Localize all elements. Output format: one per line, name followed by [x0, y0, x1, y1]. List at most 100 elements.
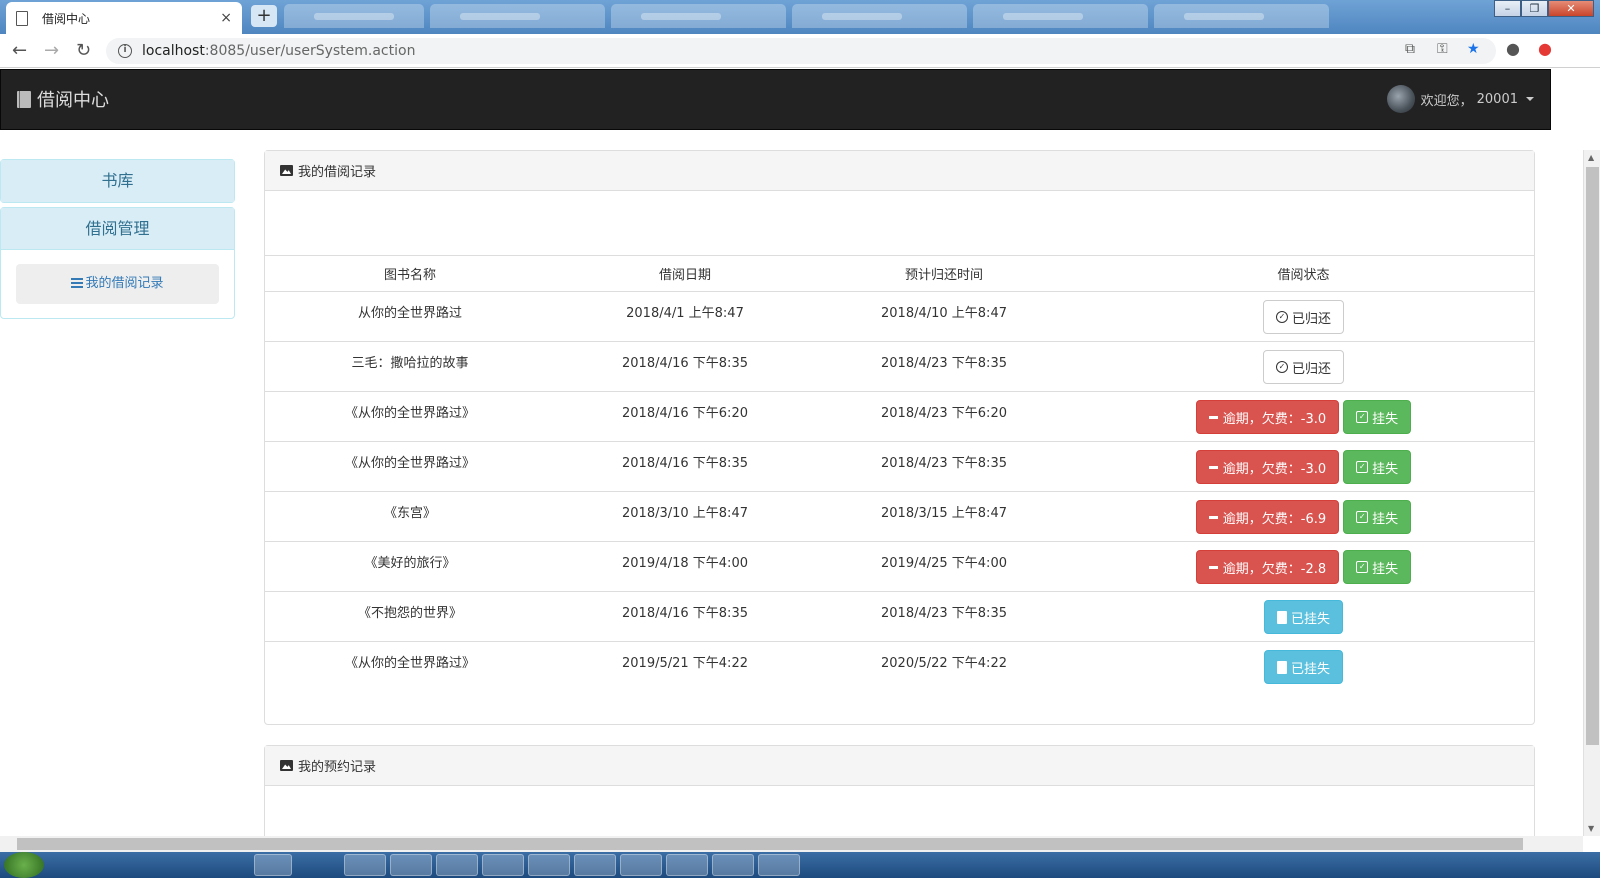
new-tab-button[interactable]: +	[251, 5, 277, 27]
info-icon[interactable]: i	[118, 44, 132, 58]
overdue-fine-button[interactable]: 逾期，欠费：-3.0	[1195, 400, 1340, 434]
status-cell: 逾期，欠费：-3.0 ✓ 挂失	[1073, 391, 1534, 442]
tab-title: 借阅中心	[42, 11, 91, 26]
action-label: 挂失	[1372, 561, 1399, 577]
minimize-icon[interactable]: –	[1494, 0, 1521, 17]
due-date-cell: 2018/4/23 下午8:35	[815, 441, 1073, 492]
sidebar-borrow-panel: 借阅管理 我的借阅记录	[0, 207, 235, 319]
account-icon[interactable]: ●	[1506, 39, 1520, 58]
table-row: 《从你的全世界路过》 2018/4/16 下午6:20 2018/4/23 下午6:…	[265, 391, 1534, 442]
back-arrow-icon[interactable]: ←	[12, 40, 27, 61]
borrow-date-cell: 2018/4/16 下午8:35	[555, 441, 815, 492]
os-taskbar	[0, 852, 1600, 878]
key-icon[interactable]: ⚿	[1437, 41, 1448, 57]
due-date-cell: 2018/4/23 下午8:35	[815, 591, 1073, 642]
taskbar-item[interactable]	[574, 854, 616, 876]
sidebar-item-label: 我的借阅记录	[85, 276, 164, 291]
taskbar-item[interactable]	[436, 854, 478, 876]
window-close-icon[interactable]: ✕	[1548, 0, 1594, 17]
scrollbar-thumb[interactable]	[17, 838, 1523, 850]
taskbar-item[interactable]	[758, 854, 800, 876]
overdue-fine-button[interactable]: 逾期，欠费：-2.8	[1195, 550, 1340, 584]
book-title-cell: 三毛：撒哈拉的故事	[265, 341, 555, 392]
book-icon	[1276, 660, 1287, 674]
taskbar-item[interactable]	[528, 854, 570, 876]
sidebar-item-borrow-management[interactable]: 借阅管理	[1, 208, 234, 250]
brand-title: 借阅中心	[37, 90, 109, 111]
taskbar-item[interactable]	[620, 854, 662, 876]
panel-heading: 我的借阅记录	[265, 151, 1534, 191]
url-host: localhost	[142, 43, 205, 59]
borrow-table: 图书名称 借阅日期 预计归还时间 借阅状态 从你的全世界路过 2018/4/1 上…	[265, 255, 1534, 692]
book-title-cell: 《不抱怨的世界》	[265, 591, 555, 642]
check-square-icon: ✓	[1356, 411, 1369, 423]
taskbar-item[interactable]	[482, 854, 524, 876]
column-header-status: 借阅状态	[1073, 255, 1534, 292]
sidebar-item-my-records[interactable]: 我的借阅记录	[16, 264, 219, 304]
table-row: 《东宫》 2018/3/10 上午8:47 2018/3/15 上午8:47 逾期，欠…	[265, 491, 1534, 542]
due-date-cell: 2019/4/25 下午4:00	[815, 541, 1073, 592]
borrow-records-panel: 我的借阅记录 图书名称 借阅日期 预计归还时间 借阅状态 从你的全世界路过 201…	[264, 150, 1535, 725]
borrow-date-cell: 2018/4/16 下午6:20	[555, 391, 815, 442]
taskbar-item[interactable]	[344, 854, 386, 876]
restore-icon[interactable]: ❐	[1521, 0, 1548, 17]
reload-icon[interactable]: ↻	[76, 40, 91, 61]
minus-icon	[1208, 415, 1218, 419]
status-cell: ✓ 已归还	[1073, 341, 1534, 392]
sidebar-library-panel: 书库	[0, 159, 235, 203]
status-cell: 已挂失	[1073, 591, 1534, 642]
browser-tab[interactable]	[1154, 4, 1329, 28]
brand[interactable]: 借阅中心	[17, 86, 109, 112]
borrow-date-cell: 2018/4/16 下午8:35	[555, 341, 815, 392]
update-icon[interactable]: ●	[1538, 39, 1552, 58]
scrollbar-thumb[interactable]	[1586, 167, 1599, 745]
user-menu[interactable]: 欢迎您， 20001	[1386, 85, 1534, 113]
action-label: 挂失	[1372, 511, 1399, 527]
sidebar-item-library[interactable]: 书库	[1, 160, 234, 202]
check-circle-icon: ✓	[1275, 311, 1288, 323]
browser-tab[interactable]	[973, 4, 1148, 28]
horizontal-scrollbar[interactable]	[0, 836, 1583, 852]
translate-icon[interactable]: ⧉	[1405, 41, 1415, 57]
overdue-fine-button[interactable]: 逾期，欠费：-6.9	[1195, 500, 1340, 534]
forward-arrow-icon[interactable]: →	[44, 40, 59, 61]
lost-status-button[interactable]: 已挂失	[1263, 600, 1343, 634]
status-cell: 已挂失	[1073, 642, 1534, 692]
column-header-due-date: 预计归还时间	[815, 255, 1073, 292]
scroll-up-icon[interactable]: ▲	[1588, 153, 1594, 162]
borrow-date-cell: 2019/5/21 下午4:22	[622, 656, 748, 671]
taskbar-item[interactable]	[666, 854, 708, 876]
taskbar-item[interactable]	[254, 854, 292, 876]
table-header-row: 图书名称 借阅日期 预计归还时间 借阅状态	[265, 255, 1534, 292]
report-lost-button[interactable]: ✓ 挂失	[1343, 400, 1412, 434]
taskbar-item[interactable]	[712, 854, 754, 876]
browser-tab[interactable]	[430, 4, 605, 28]
taskbar-item[interactable]	[390, 854, 432, 876]
status-label: 逾期，欠费：-2.8	[1222, 561, 1327, 577]
column-header-book: 图书名称	[265, 255, 555, 292]
status-label: 已归还	[1291, 361, 1331, 377]
overdue-fine-button[interactable]: 逾期，欠费：-3.0	[1195, 450, 1340, 484]
book-title-cell: 《从你的全世界路过》	[265, 441, 555, 492]
report-lost-button[interactable]: ✓ 挂失	[1343, 500, 1412, 534]
status-label: 逾期，欠费：-3.0	[1222, 461, 1327, 477]
book-icon	[1276, 610, 1287, 624]
url-input[interactable]: i localhost:8085/user/userSystem.action	[106, 38, 1496, 64]
vertical-scrollbar[interactable]: ▲ ▼	[1583, 150, 1600, 836]
start-button[interactable]	[4, 852, 44, 878]
report-lost-button[interactable]: ✓ 挂失	[1343, 450, 1412, 484]
status-label: 逾期，欠费：-6.9	[1222, 511, 1327, 527]
table-row: 从你的全世界路过 2018/4/1 上午8:47 2018/4/10 上午8:47 ✓…	[265, 291, 1534, 342]
lost-status-button[interactable]: 已挂失	[1263, 650, 1343, 684]
avatar	[1386, 85, 1415, 113]
report-lost-button[interactable]: ✓ 挂失	[1343, 550, 1412, 584]
status-label: 已挂失	[1290, 611, 1330, 627]
browser-tab[interactable]	[792, 4, 967, 28]
star-icon[interactable]: ★	[1467, 41, 1480, 57]
minus-icon	[1208, 565, 1218, 569]
browser-tab-active[interactable]: 借阅中心 ×	[6, 2, 242, 34]
tab-close-icon[interactable]: ×	[220, 10, 232, 26]
browser-tab[interactable]	[611, 4, 786, 28]
browser-tab[interactable]	[284, 4, 424, 28]
scroll-down-icon[interactable]: ▼	[1588, 824, 1594, 833]
